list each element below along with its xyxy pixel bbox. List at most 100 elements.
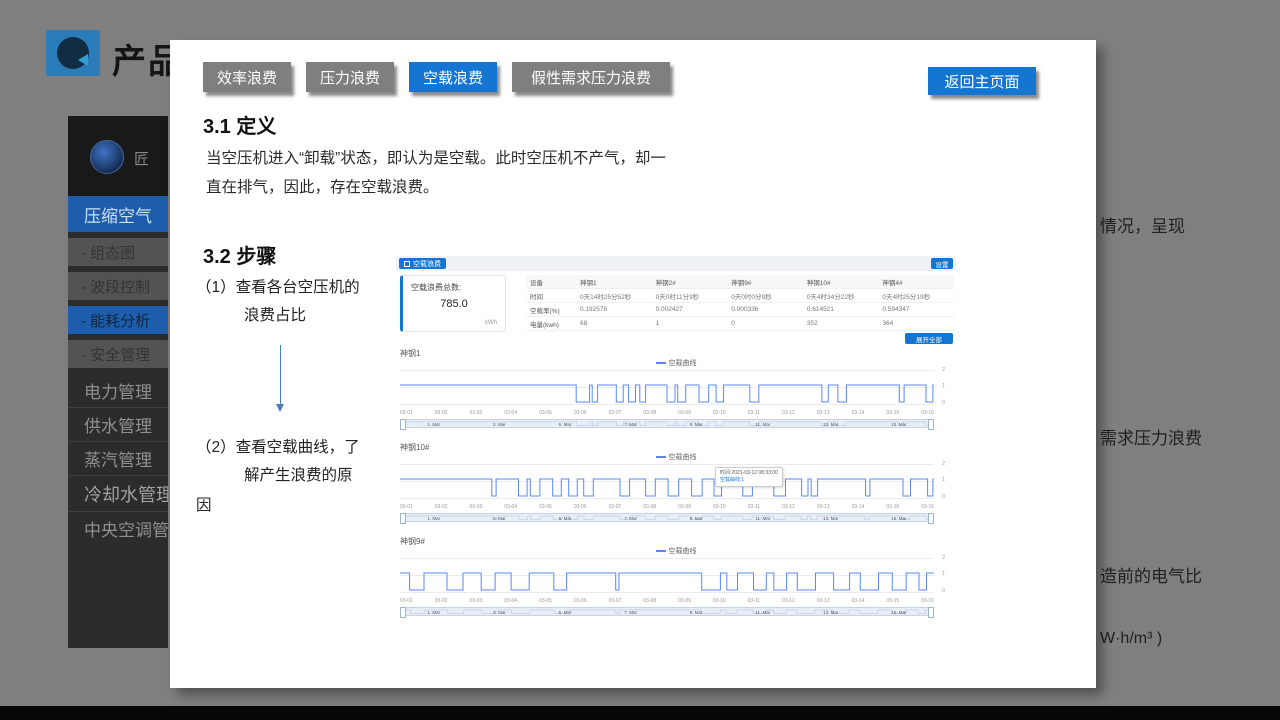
dashboard-screenshot: 空载浪费 设置 空载浪费总数: 785.0 kWh 设备神钢1神钢2#神钢9#神… (396, 256, 956, 632)
tab-1[interactable]: 效率浪费 (203, 62, 291, 92)
bottom-black-bar (0, 706, 1280, 720)
table-row: 电量(kwh)6810352364 (526, 317, 954, 331)
navigator-right-handle[interactable] (928, 513, 934, 524)
chart-plot[interactable]: 210 (400, 557, 934, 595)
x-axis-tick-label: 03-02 (435, 504, 448, 510)
x-axis-tick-label: 03-15 (886, 504, 899, 510)
panel-title-badge: 空载浪费 (399, 258, 446, 269)
panel-title: 空载浪费 (413, 259, 441, 269)
navigator-date-label: 9. Mar (690, 516, 703, 521)
navigator-date-labels: 1. Mar3. Mar5. Mar7. Mar9. Mar11. Mar13.… (401, 610, 933, 615)
chart-legend[interactable]: 空载曲线 (396, 358, 956, 368)
navigator-left-handle[interactable] (400, 513, 406, 524)
legend-label: 空载曲线 (669, 452, 697, 462)
table-cell: 0天0时0分9秒 (727, 291, 803, 301)
sidebar-item[interactable]: 中央空调管 (68, 511, 168, 545)
table-header-row: 设备神钢1神钢2#神钢9#神钢10#神钢4# (526, 275, 954, 289)
table-cell: 352 (803, 320, 879, 327)
total-value: 785.0 (403, 298, 505, 310)
chart-plot[interactable]: 210 (400, 369, 934, 407)
x-axis-tick-label: 03-14 (852, 410, 865, 416)
sidebar-item[interactable]: - 组态图 (68, 238, 168, 266)
chart-x-axis: 03-0103-0203-0303-0403-0503-0603-0703-08… (400, 504, 934, 510)
navigator-right-handle[interactable] (928, 607, 934, 618)
table-header-cell: 设备 (526, 277, 576, 287)
expand-all-button[interactable]: 展开全部 (905, 333, 953, 344)
x-axis-tick-label: 03-08 (643, 410, 656, 416)
chart-plot[interactable]: 210时间:2021-03-12 08:33:00空载曲线:1 (400, 463, 934, 501)
sidebar-item[interactable]: 电力管理 (68, 373, 168, 407)
sidebar-item[interactable]: 蒸汽管理 (68, 441, 168, 475)
definition-paragraph: 当空压机进入“卸载”状态，即认为是空载。此时空压机不产气，却一 直在排气，因此，… (206, 144, 666, 202)
tab-2[interactable]: 压力浪费 (306, 62, 394, 92)
table-cell: 0.614521 (803, 306, 879, 313)
chart-block-2: 神钢10#空载曲线210时间:2021-03-12 08:33:00空载曲线:1… (396, 442, 956, 535)
x-axis-tick-label: 03-11 (748, 410, 760, 416)
y-axis-tick: 2 (942, 555, 945, 561)
tooltip-time: 时间:2021-03-12 08:33:00 (720, 470, 778, 477)
step-2-line-2: 解产生浪费的原 (244, 463, 353, 485)
tab-4[interactable]: 假性需求压力浪费 (512, 62, 670, 92)
down-arrow-icon (280, 345, 281, 405)
navigator-date-label: 15. Mar (891, 516, 906, 521)
chart-navigator[interactable]: 1. Mar3. Mar5. Mar7. Mar9. Mar11. Mar13.… (400, 419, 934, 428)
x-axis-tick-label: 03-06 (574, 410, 587, 416)
back-arrow-icon (57, 37, 89, 69)
x-axis-tick-label: 03-01 (400, 410, 413, 416)
app-logo-text: 匠 (134, 148, 149, 169)
background-text-fragment: W·h/m³ ) (1100, 630, 1162, 648)
chart-legend[interactable]: 空载曲线 (396, 452, 956, 462)
table-cell: 0天14时25分52秒 (576, 291, 652, 301)
x-axis-tick-label: 03-09 (678, 410, 691, 416)
idle-curve-line (400, 557, 934, 595)
step-1-line-2: 浪费占比 (244, 303, 306, 325)
x-axis-tick-label: 03-05 (539, 598, 552, 604)
steps-heading: 3.2 步骤 (203, 240, 276, 269)
navigator-date-label: 11. Mar (755, 516, 770, 521)
settings-button[interactable]: 设置 (931, 258, 953, 269)
legend-label: 空载曲线 (669, 546, 697, 556)
navigator-date-label: 1. Mar (427, 422, 440, 427)
tab-3[interactable]: 空载浪费 (409, 62, 497, 92)
return-home-button[interactable]: 返回主页面 (928, 67, 1036, 95)
sidebar-item[interactable]: 冷却水管理 (68, 475, 168, 511)
table-cell: 0天4时25分19秒 (878, 291, 954, 301)
sidebar-item[interactable]: - 波段控制 (68, 272, 168, 300)
navigator-right-handle[interactable] (928, 419, 934, 430)
sidebar-item[interactable]: 压缩空气 (68, 196, 168, 232)
x-axis-tick-label: 03-06 (574, 598, 587, 604)
table-cell: 时间 (526, 291, 576, 301)
y-axis-tick: 2 (942, 461, 945, 467)
chart-x-axis: 03-0103-0203-0303-0403-0503-0603-0703-08… (400, 598, 934, 604)
sidebar-item[interactable]: - 安全管理 (68, 340, 168, 368)
y-axis-tick: 2 (942, 367, 945, 373)
x-axis-tick-label: 03-15 (886, 598, 899, 604)
table-cell: 364 (878, 320, 954, 327)
navigator-date-label: 11. Mar (755, 610, 770, 615)
sidebar-item[interactable]: - 能耗分析 (68, 306, 168, 334)
x-axis-tick-label: 03-10 (713, 504, 726, 510)
table-cell: 0 (727, 320, 803, 327)
x-axis-tick-label: 03-09 (678, 598, 691, 604)
chart-navigator[interactable]: 1. Mar3. Mar5. Mar7. Mar9. Mar11. Mar13.… (400, 513, 934, 522)
sidebar-item[interactable]: 供水管理 (68, 407, 168, 441)
navigator-left-handle[interactable] (400, 607, 406, 618)
table-row: 时间0天14时25分52秒0天0时11分9秒0天0时0分9秒0天4时34分22秒… (526, 289, 954, 303)
x-axis-tick-label: 03-07 (609, 410, 622, 416)
chart-legend[interactable]: 空载曲线 (396, 546, 956, 556)
x-axis-tick-label: 03-07 (609, 504, 622, 510)
back-button[interactable] (46, 30, 100, 76)
table-header-cell: 神钢2# (652, 277, 728, 287)
navigator-date-label: 7. Mar (624, 422, 637, 427)
table-cell: 0.000336 (727, 306, 803, 313)
navigator-date-label: 1. Mar (427, 516, 440, 521)
x-axis-tick-label: 03-16 (921, 598, 934, 604)
navigator-date-label: 15. Mar (891, 422, 906, 427)
navigator-left-handle[interactable] (400, 419, 406, 430)
navigator-date-label: 13. Mar (823, 422, 838, 427)
background-text-fragment: 需求压力浪费 (1100, 424, 1202, 449)
content-overlay-panel: 效率浪费压力浪费空载浪费假性需求压力浪费 返回主页面 3.1 定义 当空压机进入… (170, 40, 1096, 688)
navigator-date-label: 5. Mar (559, 422, 572, 427)
chart-navigator[interactable]: 1. Mar3. Mar5. Mar7. Mar9. Mar11. Mar13.… (400, 607, 934, 616)
navigator-date-label: 11. Mar (755, 422, 770, 427)
